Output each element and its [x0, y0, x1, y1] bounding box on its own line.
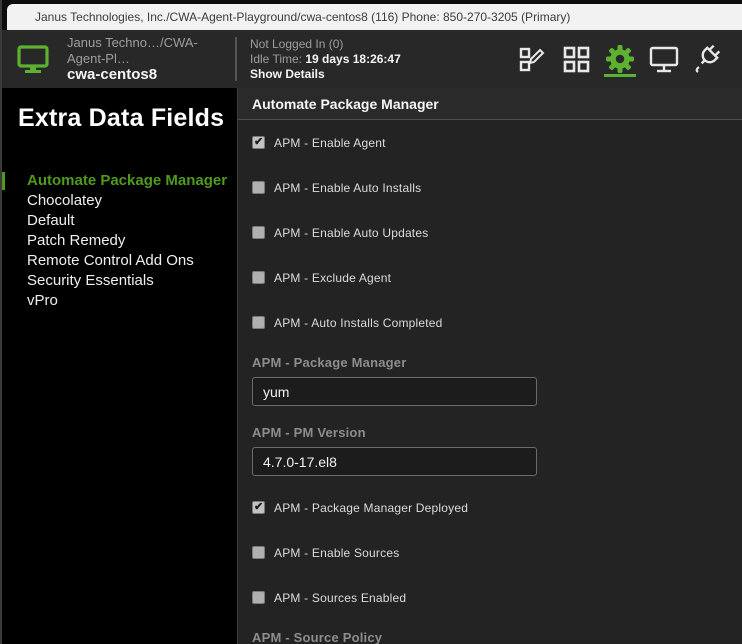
login-status: Not Logged In (0) [250, 37, 401, 52]
agent-toolbar: Janus Techno…/CWA-Agent-Pl… cwa-centos8 … [2, 30, 742, 88]
computer-name: cwa-centos8 [67, 67, 235, 83]
idle-time-value: 19 days 18:26:47 [305, 52, 400, 66]
apm-enable-sources-checkbox[interactable] [252, 546, 265, 559]
toolbar-icon-group [516, 39, 742, 79]
sidebar-item-chocolatey[interactable]: Chocolatey [2, 191, 237, 211]
field-group: APM - Package Manager [252, 345, 742, 415]
edit-items-icon[interactable] [516, 39, 548, 79]
idle-time-label: Idle Time: [250, 52, 305, 66]
checkbox-label: APM - Auto Installs Completed [274, 316, 443, 330]
main-panel: Automate Package Manager APM - Enable Ag… [237, 88, 742, 644]
apps-grid-icon[interactable] [560, 39, 592, 79]
apm-sources-enabled-checkbox[interactable] [252, 591, 265, 604]
panel-header: Automate Package Manager [238, 88, 742, 120]
checkbox-label: APM - Enable Sources [274, 546, 399, 560]
sidebar-title: Extra Data Fields [2, 88, 237, 133]
window-titlebar: Janus Technologies, Inc./CWA-Agent-Playg… [7, 4, 742, 30]
checkbox-label: APM - Package Manager Deployed [274, 501, 468, 515]
field-list: APM - Enable Agent APM - Enable Auto Ins… [238, 120, 742, 644]
checkbox-label: APM - Enable Auto Installs [274, 181, 421, 195]
field-group: APM - PM Version [252, 415, 742, 485]
field-label: APM - PM Version [252, 425, 742, 441]
field-row: APM - Enable Agent [252, 120, 742, 165]
field-group: APM - Source Policy [252, 620, 742, 644]
field-row: APM - Enable Sources [252, 530, 742, 575]
session-status: Not Logged In (0) Idle Time: 19 days 18:… [237, 37, 401, 82]
apm-enable-agent-checkbox[interactable] [252, 136, 265, 149]
sidebar-item-default[interactable]: Default [2, 211, 237, 231]
sidebar-item-remote-control-add-ons[interactable]: Remote Control Add Ons [2, 251, 237, 271]
computer-path: Janus Techno…/CWA-Agent-Pl… [67, 35, 235, 67]
field-row: APM - Enable Auto Installs [252, 165, 742, 210]
idle-time: Idle Time: 19 days 18:26:47 [250, 52, 401, 67]
field-row: APM - Auto Installs Completed [252, 300, 742, 345]
sidebar-item-security-essentials[interactable]: Security Essentials [2, 271, 237, 291]
field-row: APM - Enable Auto Updates [252, 210, 742, 255]
monitor-icon[interactable] [648, 39, 680, 79]
field-label: APM - Source Policy [252, 630, 742, 644]
apm-exclude-agent-checkbox[interactable] [252, 271, 265, 284]
sidebar-item-patch-remedy[interactable]: Patch Remedy [2, 231, 237, 251]
computer-info: Janus Techno…/CWA-Agent-Pl… cwa-centos8 [2, 35, 235, 83]
apm-pm-version-input[interactable] [252, 447, 537, 476]
computer-names: Janus Techno…/CWA-Agent-Pl… cwa-centos8 [67, 35, 235, 83]
checkbox-label: APM - Exclude Agent [274, 271, 391, 285]
field-row: APM - Exclude Agent [252, 255, 742, 300]
apm-package-manager-input[interactable] [252, 377, 537, 406]
window-title: Janus Technologies, Inc./CWA-Agent-Playg… [35, 10, 570, 24]
checkbox-label: APM - Enable Agent [274, 136, 386, 150]
plug-icon[interactable] [692, 39, 724, 79]
show-details-link[interactable]: Show Details [250, 67, 401, 82]
app-window: Janus Technologies, Inc./CWA-Agent-Playg… [0, 0, 742, 644]
apm-auto-installs-completed-checkbox[interactable] [252, 316, 265, 329]
window-chrome: Janus Technologies, Inc./CWA-Agent-Playg… [2, 0, 742, 30]
sidebar-item-vpro[interactable]: vPro [2, 291, 237, 311]
checkbox-label: APM - Enable Auto Updates [274, 226, 428, 240]
apm-enable-auto-installs-checkbox[interactable] [252, 181, 265, 194]
extra-data-fields-sidebar: Extra Data Fields Automate Package Manag… [2, 88, 237, 644]
checkbox-label: APM - Sources Enabled [274, 591, 406, 605]
apm-enable-auto-updates-checkbox[interactable] [252, 226, 265, 239]
field-label: APM - Package Manager [252, 355, 742, 371]
sidebar-item-automate-package-manager[interactable]: Automate Package Manager [2, 171, 237, 191]
field-row: APM - Package Manager Deployed [252, 485, 742, 530]
category-nav: Automate Package Manager Chocolatey Defa… [2, 171, 237, 311]
apm-package-manager-deployed-checkbox[interactable] [252, 501, 265, 514]
field-row: APM - Sources Enabled [252, 575, 742, 620]
computer-monitor-icon [16, 44, 50, 74]
settings-gear-icon[interactable] [604, 39, 636, 79]
